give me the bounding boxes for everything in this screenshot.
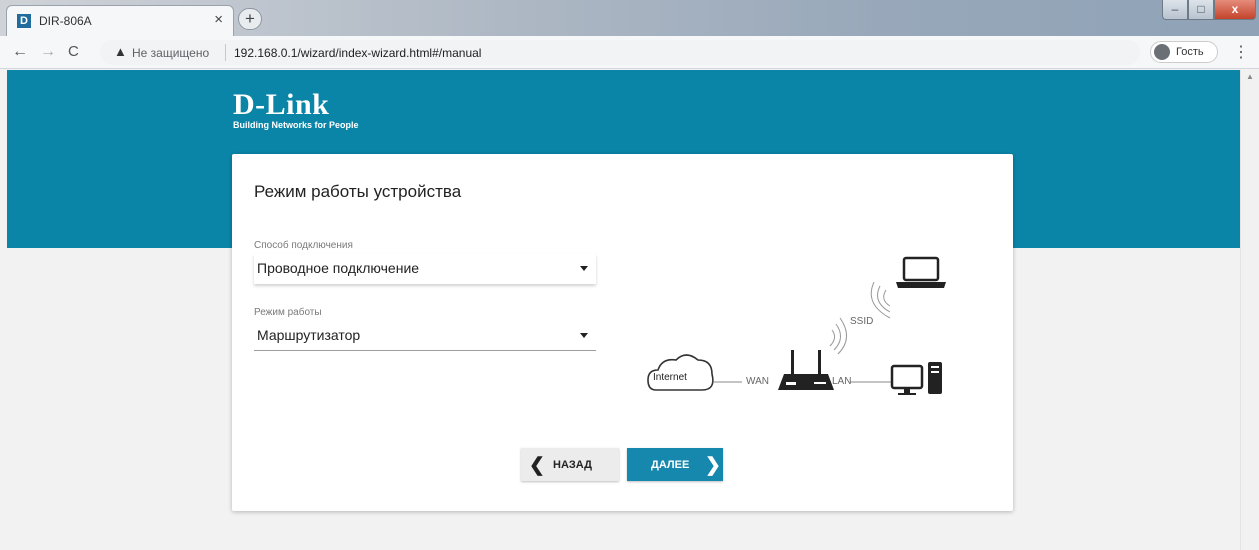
wifi-icon [870,281,891,319]
browser-toolbar: ← → C ▲ Не защищено 192.168.0.1/wizard/i… [0,36,1259,69]
browser-titlebar: D DIR-806A × + – □ x [0,0,1259,36]
chevron-right-icon: ❯ [705,455,721,476]
mode-select[interactable]: Маршрутизатор [254,321,596,351]
back-label: НАЗАД [553,459,592,471]
next-label: ДАЛЕЕ [651,459,690,471]
diagram-lines [647,256,946,395]
window-close-button[interactable]: x [1214,0,1256,20]
next-button[interactable]: ДАЛЕЕ ❯ [627,448,723,481]
window-minimize-button[interactable]: – [1162,0,1188,20]
tab-close-icon[interactable]: × [214,11,223,28]
window-maximize-button[interactable]: □ [1188,0,1214,20]
wizard-card: Режим работы устройства Способ подключен… [232,154,1013,511]
user-avatar-icon [1154,44,1170,60]
not-secure-label[interactable]: Не защищено [132,46,209,60]
mode-label: Режим работы [254,307,322,318]
mode-value: Маршрутизатор [257,327,361,343]
dlink-logo: D-Link Building Networks for People [233,88,359,130]
reload-icon[interactable]: C [68,43,79,60]
page-scrollbar[interactable]: ▲ [1240,70,1259,550]
url-text[interactable]: 192.168.0.1/wizard/index-wizard.html#/ma… [234,46,481,60]
laptop-icon [896,256,946,288]
page-title: Режим работы устройства [254,182,462,201]
dlink-favicon-icon: D [17,14,31,28]
back-button[interactable]: ❮ НАЗАД [521,448,619,481]
ssid-label: SSID [850,316,874,327]
logo-tagline: Building Networks for People [233,120,359,130]
forward-arrow-icon[interactable]: → [40,43,56,61]
router-page: D-Link Building Networks for People Режи… [0,70,1240,550]
wifi-icon [829,317,847,355]
tab-title: DIR-806A [39,14,92,28]
new-tab-button[interactable]: + [238,8,262,30]
wan-label: WAN [746,376,769,387]
caret-down-icon [580,266,588,271]
warning-icon[interactable]: ▲ [114,44,127,59]
profile-label: Гость [1176,46,1204,58]
browser-menu-icon[interactable]: ⋮ [1233,42,1249,62]
browser-tab[interactable]: D DIR-806A × [6,5,234,36]
scroll-up-icon[interactable]: ▲ [1246,72,1254,81]
back-arrow-icon[interactable]: ← [12,43,28,61]
address-separator [225,44,226,61]
router-icon [778,350,834,390]
caret-down-icon [580,333,588,338]
connection-field: Способ подключения Проводное подключение [254,240,596,284]
chevron-left-icon: ❮ [529,455,545,476]
address-bar[interactable]: ▲ Не защищено 192.168.0.1/wizard/index-w… [100,40,1140,65]
network-diagram: Internet WAN LAN SSID [642,244,972,404]
connection-value: Проводное подключение [257,260,420,276]
internet-label: Internet [653,372,687,383]
connection-label: Способ подключения [254,240,353,251]
logo-text: D-Link [233,88,330,121]
desktop-icon [890,362,942,395]
lan-label: LAN [832,376,852,387]
mode-field: Режим работы Маршрутизатор [254,307,596,351]
connection-select[interactable]: Проводное подключение [254,254,596,284]
profile-button[interactable]: Гость [1150,41,1218,63]
